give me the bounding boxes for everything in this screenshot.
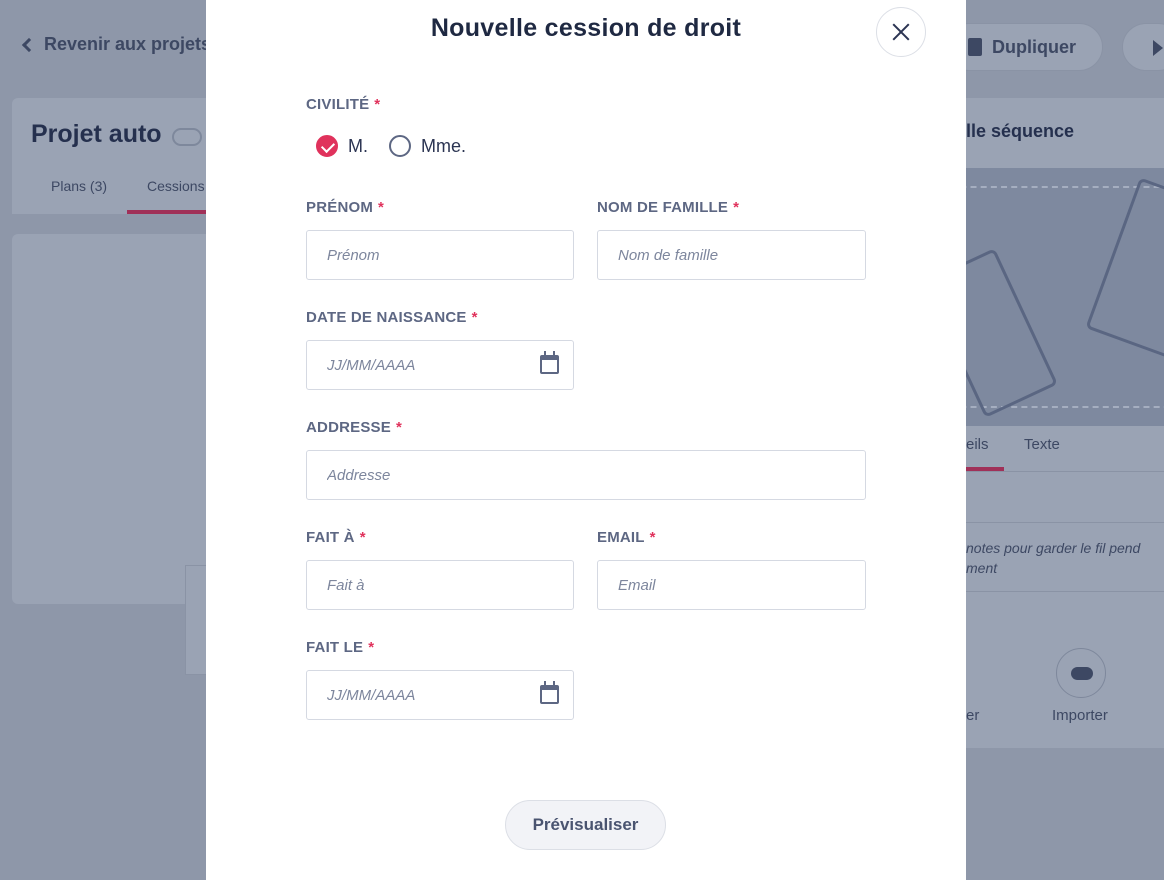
radio-mrs-label: Mme. [421, 135, 466, 156]
radio-mr[interactable]: M. [316, 135, 368, 157]
made-at-label-text: FAIT À [306, 529, 355, 546]
radio-checked-icon[interactable] [316, 135, 338, 157]
notes-hint: notes pour garder le fil pend ment [966, 540, 1141, 576]
email-field[interactable] [597, 560, 866, 610]
duplicate-icon [968, 38, 982, 56]
last-name-label-text: NOM DE FAMILLE [597, 199, 729, 216]
address-field[interactable] [306, 450, 866, 500]
made-at-label: FAIT À * [306, 529, 366, 546]
calendar-icon[interactable] [540, 351, 559, 374]
last-name-label: NOM DE FAMILLE * [597, 199, 739, 216]
first-name-label: PRÉNOM * [306, 199, 384, 216]
made-on-field[interactable] [306, 670, 574, 720]
tab-plans[interactable]: Plans (3) [51, 178, 107, 194]
radio-unchecked-icon[interactable] [389, 135, 411, 157]
birth-date-field[interactable] [306, 340, 574, 390]
email-label-text: EMAIL [597, 529, 645, 546]
email-label: EMAIL * [597, 529, 656, 546]
active-tab-indicator [127, 210, 207, 214]
first-name-field[interactable] [306, 230, 574, 280]
sequence-title: lle séquence [966, 121, 1075, 141]
close-button[interactable] [876, 7, 926, 57]
tab-conseils[interactable]: eils [966, 436, 989, 453]
required-marker: * [378, 199, 385, 216]
civility-label-text: CIVILITÉ [306, 96, 370, 113]
divider [966, 591, 1164, 592]
chevron-left-icon [21, 37, 37, 52]
divider [966, 522, 1164, 523]
back-link-label: Revenir aux projets [44, 34, 212, 54]
birth-date-label: DATE DE NAISSANCE * [306, 309, 478, 326]
required-marker: * [733, 199, 740, 216]
required-marker: * [374, 96, 381, 113]
duplicate-button-label: Dupliquer [992, 36, 1076, 57]
play-button[interactable] [1122, 23, 1164, 71]
radio-mr-label: M. [348, 135, 368, 156]
made-on-input[interactable] [307, 671, 573, 719]
birth-date-label-text: DATE DE NAISSANCE [306, 309, 467, 326]
radio-mrs[interactable]: Mme. [389, 135, 466, 157]
tablet-illustration [1085, 177, 1164, 359]
address-label: ADDRESSE * [306, 419, 402, 436]
civility-label: CIVILITÉ * [306, 96, 380, 113]
import-button[interactable] [1056, 648, 1106, 698]
new-rights-assignment-modal: Nouvelle cession de droit CIVILITÉ * M. M… [206, 0, 966, 880]
dashed-line [940, 406, 1164, 408]
required-marker: * [359, 529, 366, 546]
made-at-field[interactable] [306, 560, 574, 610]
dashed-line [940, 186, 1164, 188]
project-content-panel [12, 234, 212, 604]
email-input[interactable] [598, 561, 865, 609]
required-marker: * [395, 419, 402, 436]
required-marker: * [368, 639, 375, 656]
last-name-field[interactable] [597, 230, 866, 280]
tab-cessions[interactable]: Cessions [147, 178, 205, 194]
sequence-thumbnail [940, 168, 1164, 426]
address-label-text: ADDRESSE [306, 419, 391, 436]
modal-title: Nouvelle cession de droit [430, 14, 742, 42]
address-input[interactable] [307, 451, 865, 499]
project-title: Projet auto [31, 120, 202, 149]
import-label: Importer [1052, 707, 1108, 724]
duplicate-button[interactable]: Dupliquer [945, 23, 1103, 71]
required-marker: * [471, 309, 478, 326]
made-on-label-text: FAIT LE [306, 639, 364, 656]
play-icon [1153, 40, 1163, 56]
calendar-icon[interactable] [540, 681, 559, 704]
preview-button[interactable]: Prévisualiser [505, 800, 666, 850]
action-label: er [966, 707, 980, 724]
divider [966, 471, 1164, 472]
first-name-label-text: PRÉNOM [306, 199, 374, 216]
last-name-input[interactable] [598, 231, 865, 279]
tab-texte[interactable]: Texte [1024, 436, 1060, 453]
made-on-label: FAIT LE * [306, 639, 374, 656]
cloud-upload-icon [1071, 667, 1093, 680]
back-to-projects-link[interactable]: Revenir aux projets [18, 34, 211, 55]
birth-date-input[interactable] [307, 341, 573, 389]
first-name-input[interactable] [307, 231, 573, 279]
made-at-input[interactable] [307, 561, 573, 609]
cloud-sync-icon [171, 127, 202, 146]
project-title-text: Projet auto [31, 120, 162, 148]
required-marker: * [649, 529, 656, 546]
